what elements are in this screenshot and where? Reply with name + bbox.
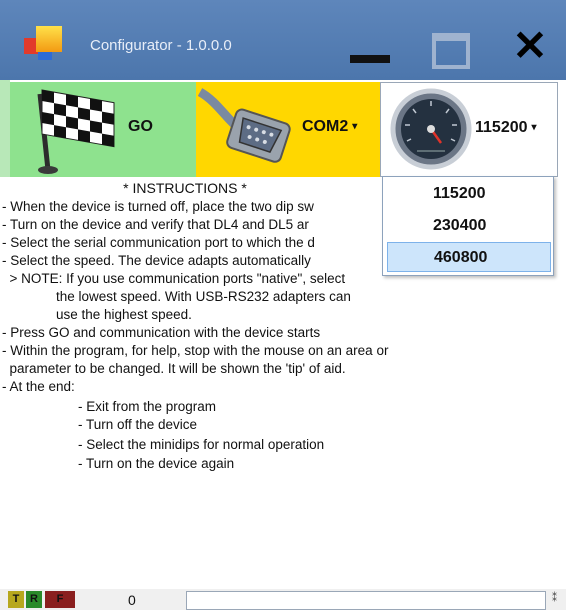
instruction-line: - Turn on the device again — [78, 456, 235, 471]
scroll-arrows-icon[interactable]: ⁑ — [552, 593, 562, 607]
chevron-down-icon: ▾ — [352, 121, 358, 132]
close-button[interactable]: ✕ — [508, 25, 552, 70]
instruction-line: parameter to be changed. It will be show… — [2, 361, 346, 376]
status-field[interactable] — [186, 591, 546, 610]
title-bar: Configurator - 1.0.0.0 ✕ — [0, 0, 566, 80]
instruction-line: - Press GO and communication with the de… — [2, 325, 321, 340]
toolbar-edge — [0, 80, 10, 177]
tx-indicator: T — [8, 591, 24, 608]
serial-connector-icon — [198, 88, 291, 163]
instruction-line: - Select the serial communication port t… — [2, 235, 315, 250]
app-icon — [24, 26, 64, 62]
chevron-down-icon: ▾ — [531, 122, 537, 133]
instruction-line: > NOTE: If you use communication ports "… — [2, 271, 346, 286]
packet-counter: 0 — [128, 592, 136, 608]
maximize-icon — [432, 33, 470, 69]
minimize-icon — [350, 55, 390, 63]
checkered-flag-icon — [37, 89, 115, 174]
instruction-line: - Turn off the device — [78, 417, 198, 432]
fault-indicator: F — [45, 591, 75, 608]
go-label: GO — [128, 118, 153, 135]
com-port-button[interactable]: COM2 ▾ — [196, 82, 380, 177]
close-icon: ✕ — [512, 22, 548, 69]
speed-label: 115200 ▾ — [475, 119, 537, 136]
instruction-line: use the highest speed. — [56, 307, 192, 322]
minimize-button[interactable] — [348, 30, 392, 70]
instruction-line: - Turn on the device and verify that DL4… — [2, 217, 309, 232]
com-port-label: COM2 ▾ — [302, 118, 358, 135]
instruction-line: - When the device is turned off, place t… — [2, 199, 314, 214]
rx-indicator: R — [26, 591, 42, 608]
instruction-line: the lowest speed. With USB-RS232 adapter… — [56, 289, 351, 304]
gauge-icon — [390, 88, 472, 170]
speed-dropdown-menu: 115200 230400 460800 — [382, 176, 554, 276]
instruction-line: - Select the speed. The device adapts au… — [2, 253, 311, 268]
instructions-title: * INSTRUCTIONS * — [123, 180, 247, 196]
window-title: Configurator - 1.0.0.0 — [90, 37, 232, 54]
instruction-line: - Select the minidips for normal operati… — [78, 437, 325, 452]
speed-option-460800[interactable]: 460800 — [387, 242, 551, 272]
instruction-line: - Within the program, for help, stop wit… — [2, 343, 389, 358]
instruction-line: - Exit from the program — [78, 399, 217, 414]
speed-option-230400[interactable]: 230400 — [387, 211, 551, 241]
instruction-line: - At the end: — [2, 379, 75, 394]
maximize-button[interactable] — [428, 30, 472, 70]
go-button[interactable]: GO — [10, 82, 196, 177]
speed-option-115200[interactable]: 115200 — [387, 179, 551, 209]
speed-button[interactable]: 115200 ▾ — [380, 82, 558, 177]
